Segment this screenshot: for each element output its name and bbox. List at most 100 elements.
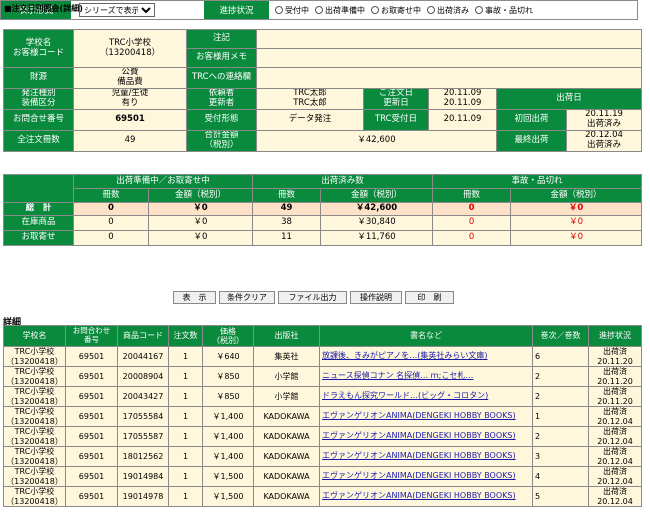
book-title-link[interactable]: エヴァンゲリオンANIMA(DENGEKI HOBBY BOOKS) [322, 431, 516, 440]
status-cell: 出荷済 20.12.04 [588, 426, 642, 447]
qty-cell: 1 [168, 426, 203, 447]
school-label: 学校名 お客様コード [3, 29, 74, 68]
status-cell: 出荷済 20.12.04 [588, 446, 642, 467]
vol-cell: 2 [532, 386, 589, 407]
display-format-select[interactable]: シリーズで表示 [79, 3, 155, 17]
qty-cell: 1 [168, 446, 203, 467]
radio-preparing[interactable]: 出荷準備中 [315, 5, 365, 16]
progress-label: 進捗状況 [204, 1, 269, 19]
status-cell: 出荷済 20.12.04 [588, 406, 642, 427]
radio-circle-icon[interactable] [371, 6, 379, 14]
col-header: 巻次／巻数 [532, 325, 589, 347]
code-cell: 18012562 [117, 446, 169, 467]
price-cell: ￥1,400 [202, 446, 254, 467]
school-cell: TRC小学校 （13200418） [3, 486, 66, 507]
order-info-table: 学校名 お客様コード TRC小学校 （13200418） 注記 お客様用メモ 財… [3, 29, 642, 152]
school-cell: TRC小学校 （13200418） [3, 386, 66, 407]
summary-cell: ￥0 [510, 230, 643, 246]
customer-memo-label: お客様用メモ [186, 48, 257, 68]
book-title-link[interactable]: エヴァンゲリオンANIMA(DENGEKI HOBBY BOOKS) [322, 411, 516, 420]
col-header: 進捗状況 [588, 325, 642, 347]
radio-ordering[interactable]: お取寄せ中 [371, 5, 421, 16]
publisher-cell: 小学館 [253, 386, 320, 407]
school-value: TRC小学校 （13200418） [73, 29, 187, 68]
radio-label: 出荷済み [437, 5, 469, 15]
col-header: 書名など [319, 325, 533, 347]
school-cell: TRC小学校 （13200418） [3, 466, 66, 487]
inquiry-cell: 69501 [65, 386, 118, 407]
summary-head-accident: 事故・品切れ [432, 174, 643, 189]
summary-cell: ￥30,840 [320, 215, 434, 231]
summary-sub-qty: 冊数 [252, 188, 322, 203]
summary-sub-qty: 冊数 [73, 188, 149, 203]
book-title-link[interactable]: ドラえもん探究ワールド…(ビッグ・コロタン) [322, 391, 488, 400]
summary-cell: 38 [252, 215, 322, 231]
filter-bar: 表示形式 シリーズで表示 進捗状況 受付中 出荷準備中 お取寄せ中 出荷済み 事… [0, 0, 638, 20]
price-cell: ￥850 [202, 386, 254, 407]
title-cell: ドラえもん探究ワールド…(ビッグ・コロタン) [319, 386, 533, 407]
print-button[interactable]: 印 刷 [405, 291, 454, 304]
inquiry-cell: 69501 [65, 466, 118, 487]
trc-contact-label: TRCへの連絡欄 [186, 67, 257, 89]
code-cell: 20043427 [117, 386, 169, 407]
radio-circle-icon[interactable] [427, 6, 435, 14]
status-cell: 出荷済 20.11.20 [588, 366, 642, 387]
radio-circle-icon[interactable] [475, 6, 483, 14]
price-cell: ￥1,500 [202, 466, 254, 487]
action-buttons: 表 示 条件クリア ファイル出力 操作説明 印 刷 [173, 291, 454, 304]
vol-cell: 3 [532, 446, 589, 467]
display-button[interactable]: 表 示 [173, 291, 216, 304]
qty-cell: 1 [168, 366, 203, 387]
trc-received-value: 20.11.09 [428, 109, 497, 131]
book-title-link[interactable]: ニュース探偵コナン 名探偵… ｍ;こセ札… [322, 371, 473, 380]
publisher-cell: KADOKAWA [253, 406, 320, 427]
summary-cell: 49 [252, 202, 322, 216]
code-cell: 19014984 [117, 466, 169, 487]
total-qty-value: 49 [73, 130, 187, 152]
inquiry-cell: 69501 [65, 406, 118, 427]
table-row: TRC小学校 （13200418） 69501 20008904 1 ￥850 小学館 ニュ… [3, 366, 642, 387]
table-row: TRC小学校 （13200418） 69501 17055584 1 ￥1,400 KAD… [3, 406, 642, 427]
radio-shipped[interactable]: 出荷済み [427, 5, 469, 16]
summary-sub-amount: 金額（税別） [147, 188, 254, 203]
clear-conditions-button[interactable]: 条件クリア [219, 291, 275, 304]
book-title-link[interactable]: エヴァンゲリオンANIMA(DENGEKI HOBBY BOOKS) [322, 491, 516, 500]
last-ship-value: 20.12.04 出荷済み [566, 130, 642, 152]
inquiry-cell: 69501 [65, 426, 118, 447]
total-amount-value: ￥42,600 [256, 130, 497, 152]
col-header: お問合わせ 番号 [65, 325, 118, 347]
summary-cell: 0 [432, 230, 512, 246]
book-title-link[interactable]: 放課後、きみがピアノを…(集英社みらい文庫) [322, 351, 488, 360]
total-amount-label: 合計金額 （税別） [186, 130, 257, 152]
first-ship-label: 初回出荷 [496, 109, 567, 131]
summary-cell: 0 [73, 215, 149, 231]
radio-label: 事故・品切れ [485, 5, 533, 15]
total-qty-label: 全注文冊数 [3, 130, 74, 152]
order-date-value: 20.11.09 20.11.09 [428, 88, 497, 110]
summary-table: 出荷準備中／お取寄せ中 出荷済み数 事故・品切れ 冊数 金額（税別） 冊数 金額… [3, 174, 643, 246]
book-title-link[interactable]: エヴァンゲリオンANIMA(DENGEKI HOBBY BOOKS) [322, 471, 516, 480]
zaigen-value: 公費 備品費 [73, 67, 187, 89]
radio-circle-icon[interactable] [275, 6, 283, 14]
book-title-link[interactable]: エヴァンゲリオンANIMA(DENGEKI HOBBY BOOKS) [322, 451, 516, 460]
file-output-button[interactable]: ファイル出力 [278, 291, 347, 304]
radio-accident[interactable]: 事故・品切れ [475, 5, 533, 16]
instructions-button[interactable]: 操作説明 [350, 291, 402, 304]
title-cell: エヴァンゲリオンANIMA(DENGEKI HOBBY BOOKS) [319, 446, 533, 467]
qty-cell: 1 [168, 406, 203, 427]
title-cell: エヴァンゲリオンANIMA(DENGEKI HOBBY BOOKS) [319, 406, 533, 427]
radio-uketsuke[interactable]: 受付中 [275, 5, 309, 16]
requester-value: TRC太郎 TRC太郎 [256, 88, 364, 110]
publisher-cell: KADOKAWA [253, 486, 320, 507]
order-type-value: 児童/生徒 有り [73, 88, 187, 110]
summary-cell: ￥0 [510, 215, 643, 231]
reception-value: データ発注 [256, 109, 364, 131]
table-row: TRC小学校 （13200418） 69501 18012562 1 ￥1,400 KAD… [3, 446, 642, 467]
radio-circle-icon[interactable] [315, 6, 323, 14]
col-header: 注文数 [168, 325, 203, 347]
inquiry-cell: 69501 [65, 346, 118, 367]
table-row: TRC小学校 （13200418） 69501 19014984 1 ￥1,500 KAD… [3, 466, 642, 487]
title-cell: エヴァンゲリオンANIMA(DENGEKI HOBBY BOOKS) [319, 486, 533, 507]
first-ship-value: 20.11.19 出荷済み [566, 109, 642, 131]
title-cell: 放課後、きみがピアノを…(集英社みらい文庫) [319, 346, 533, 367]
